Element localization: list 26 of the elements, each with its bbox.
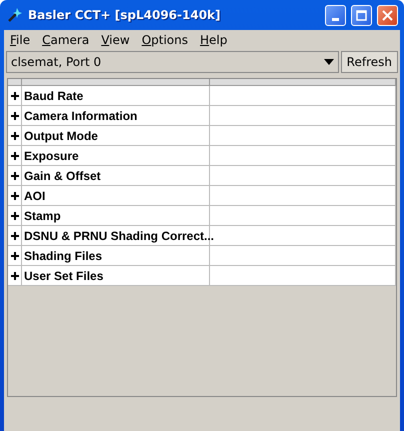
maximize-icon: [356, 10, 367, 20]
window-title: Basler CCT+ [spL4096-140k]: [28, 8, 222, 22]
menu-item[interactable]: Help: [200, 33, 228, 47]
expand-icon[interactable]: [10, 152, 18, 160]
expand-icon[interactable]: [10, 272, 18, 280]
expand-icon[interactable]: [10, 132, 18, 140]
minimize-button[interactable]: [325, 4, 346, 26]
menu-item[interactable]: View: [101, 33, 130, 47]
maximize-button[interactable]: [351, 4, 372, 26]
expand-icon[interactable]: [10, 92, 18, 100]
expand-icon[interactable]: [10, 232, 18, 240]
menu-item[interactable]: Options: [142, 33, 188, 47]
menu-item[interactable]: File: [10, 33, 30, 47]
minimize-icon: [332, 18, 339, 20]
expand-icon[interactable]: [10, 252, 18, 260]
expand-icon[interactable]: [10, 192, 18, 200]
wand-icon: [7, 7, 23, 23]
expand-icon[interactable]: [10, 112, 18, 120]
close-button[interactable]: [377, 4, 398, 26]
menu-item[interactable]: Camera: [42, 33, 90, 47]
port-dropdown[interactable]: clsemat, Port 0: [6, 51, 339, 73]
expand-icon[interactable]: [10, 172, 18, 180]
dropdown-arrow-icon: [324, 59, 334, 65]
refresh-button[interactable]: Refresh: [340, 51, 398, 73]
expand-icon[interactable]: [10, 212, 18, 220]
close-icon: [382, 10, 393, 20]
